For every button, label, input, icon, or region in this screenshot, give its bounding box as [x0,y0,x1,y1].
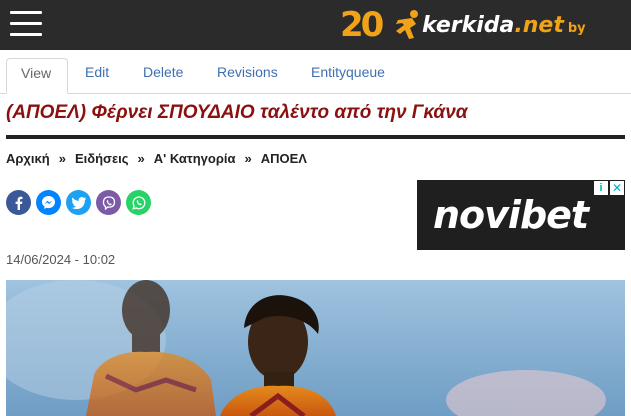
anniversary-badge: 20 [340,5,384,45]
share-buttons [6,190,156,215]
site-header: 20 kerkida .net by [0,0,631,50]
article-date: 14/06/2024 - 10:02 [6,252,116,267]
tab-delete[interactable]: Delete [129,58,197,94]
breadcrumb-news[interactable]: Ειδήσεις [75,151,129,166]
menu-icon[interactable] [10,11,42,37]
article-title: (ΑΠΟΕΛ) Φέρνει ΣΠΟΥΔΑΙΟ ταλέντο από την … [6,102,468,123]
admin-tabs: View Edit Delete Revisions Entityqueue [0,50,631,94]
logo-wordmark: kerkida .net by [422,12,586,38]
messenger-icon[interactable] [36,190,61,215]
ad-brand-text: novibet [433,193,589,237]
ad-close-icon[interactable]: ✕ [610,181,624,195]
tab-view[interactable]: View [6,58,68,94]
breadcrumb: Αρχική » Ειδήσεις » Α' Κατηγορία » ΑΠΟΕΛ [6,151,307,166]
title-divider [6,135,625,139]
ad-info-icon[interactable]: i [594,181,608,195]
breadcrumb-category[interactable]: Α' Κατηγορία [154,151,236,166]
novibet-ad-banner[interactable]: novibet i ✕ [417,180,625,250]
viber-icon[interactable] [96,190,121,215]
tab-edit[interactable]: Edit [71,58,123,94]
breadcrumb-separator: » [244,151,252,166]
whatsapp-icon[interactable] [126,190,151,215]
breadcrumb-apoel[interactable]: ΑΠΟΕΛ [261,151,307,166]
breadcrumb-separator: » [137,151,145,166]
tab-entityqueue[interactable]: Entityqueue [297,58,399,94]
tab-revisions[interactable]: Revisions [203,58,292,94]
runner-icon [396,10,418,39]
twitter-icon[interactable] [66,190,91,215]
article-photo [6,280,625,416]
breadcrumb-separator: » [58,151,66,166]
facebook-icon[interactable] [6,190,31,215]
breadcrumb-home[interactable]: Αρχική [6,151,50,166]
site-logo[interactable]: 20 kerkida .net by [340,4,586,46]
